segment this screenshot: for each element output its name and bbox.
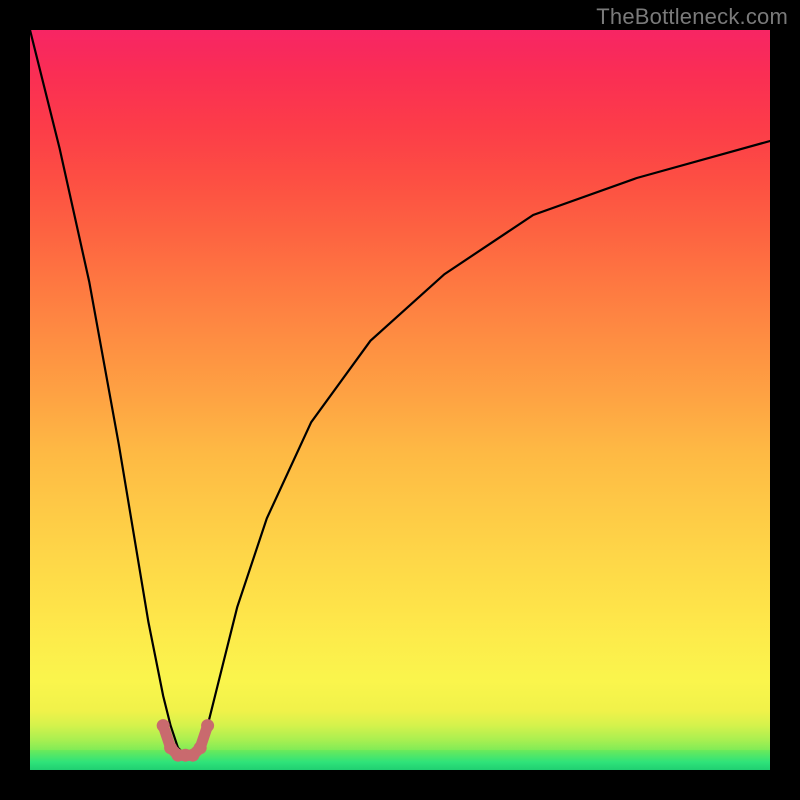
main-curve xyxy=(30,30,770,755)
highlight-dot xyxy=(194,741,207,754)
highlight-dot xyxy=(157,719,170,732)
plot-area xyxy=(30,30,770,770)
watermark-text: TheBottleneck.com xyxy=(596,4,788,30)
highlight-dot xyxy=(201,719,214,732)
curve-layer xyxy=(30,30,770,770)
chart-frame: TheBottleneck.com xyxy=(0,0,800,800)
